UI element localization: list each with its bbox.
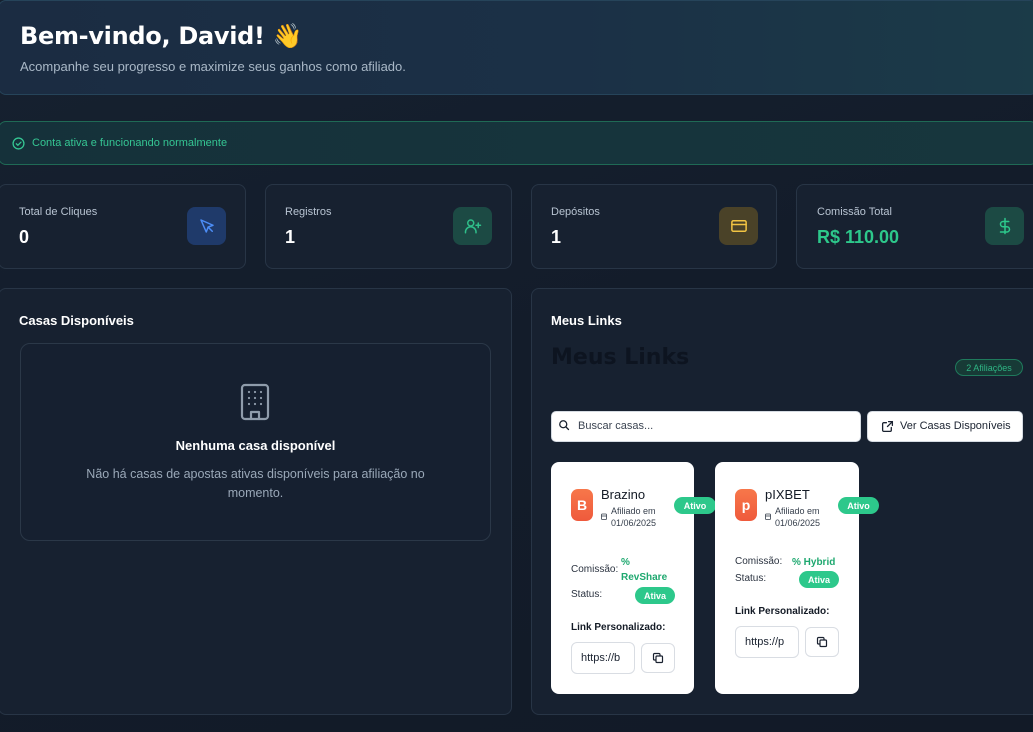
stat-icon-box-deposits <box>719 207 758 245</box>
calendar-icon <box>601 513 607 520</box>
status-label: Status: <box>735 573 767 584</box>
house-name: pIXBET <box>765 487 810 502</box>
view-available-houses-label[interactable]: Ver Casas Disponíveis <box>900 420 1011 432</box>
search-icon <box>559 420 570 431</box>
stat-icon-box-clicks <box>187 207 226 245</box>
stat-label-registrations: Registros <box>285 206 332 218</box>
stat-value-clicks: 0 <box>19 227 30 247</box>
stat-value-deposits: 1 <box>551 227 562 247</box>
custom-link-label: Link Personalizado: <box>571 622 666 633</box>
building-icon <box>239 383 271 421</box>
search-placeholder[interactable]: Buscar casas... <box>578 420 653 432</box>
stat-value-commission: R$ 110.00 <box>817 227 900 247</box>
commission-value-line2: RevShare <box>621 572 668 583</box>
links-panel-title: Meus Links <box>551 313 622 328</box>
welcome-subtitle: Acompanhe seu progresso e maximize seus … <box>20 59 406 74</box>
links-section-heading: Meus Links <box>551 345 690 370</box>
stat-value-registrations: 1 <box>285 227 296 247</box>
stat-label-deposits: Depósitos <box>551 206 600 218</box>
custom-link-label: Link Personalizado: <box>735 606 830 617</box>
status-value-badge: Ativa <box>799 571 839 588</box>
copy-icon <box>816 636 828 648</box>
empty-state-description: Não há casas de apostas ativas disponíve… <box>86 467 425 500</box>
account-status-text: Conta ativa e funcionando normalmente <box>32 137 228 149</box>
empty-state-title: Nenhuma casa disponível <box>175 438 336 453</box>
dollar-icon <box>999 217 1010 235</box>
affiliations-count-badge: 2 Afiliações <box>955 359 1023 376</box>
commission-label: Comissão: <box>571 564 619 575</box>
affiliated-since-date: 01/06/2025 <box>775 518 821 528</box>
custom-link-field[interactable]: https://p <box>735 626 799 658</box>
commission-value-line1: % <box>621 557 630 568</box>
stat-icon-box-registrations <box>453 207 492 245</box>
stat-label-clicks: Total de Cliques <box>19 206 98 218</box>
commission-value: % Hybrid <box>792 557 836 568</box>
houses-panel-title: Casas Disponíveis <box>19 313 134 328</box>
check-circle-icon <box>12 137 25 150</box>
status-value-badge: Ativa <box>635 587 675 604</box>
status-badge: Ativo <box>674 497 716 514</box>
affiliated-since-label: Afiliado em <box>611 506 656 516</box>
commission-label: Comissão: <box>735 556 783 567</box>
cursor-icon <box>199 219 214 233</box>
stat-icon-box-commission <box>985 207 1024 245</box>
calendar-icon <box>765 513 771 520</box>
welcome-title: Bem-vindo, David! 👋 <box>20 22 303 50</box>
copy-link-button[interactable] <box>641 643 675 673</box>
affiliated-since-label: Afiliado em <box>775 506 820 516</box>
house-name: Brazino <box>601 487 646 502</box>
copy-icon <box>652 652 664 664</box>
stat-label-commission: Comissão Total <box>817 206 892 218</box>
external-link-icon <box>881 420 894 433</box>
user-plus-icon <box>464 219 481 234</box>
status-label: Status: <box>571 589 603 600</box>
status-badge: Ativo <box>838 497 879 514</box>
house-logo-brazino: B <box>571 489 593 521</box>
house-logo-pixbet: p <box>735 489 757 521</box>
copy-link-button[interactable] <box>805 627 839 657</box>
credit-card-icon <box>730 220 747 232</box>
custom-link-field[interactable]: https://b <box>571 642 635 674</box>
affiliated-since-date: 01/06/2025 <box>611 518 657 528</box>
